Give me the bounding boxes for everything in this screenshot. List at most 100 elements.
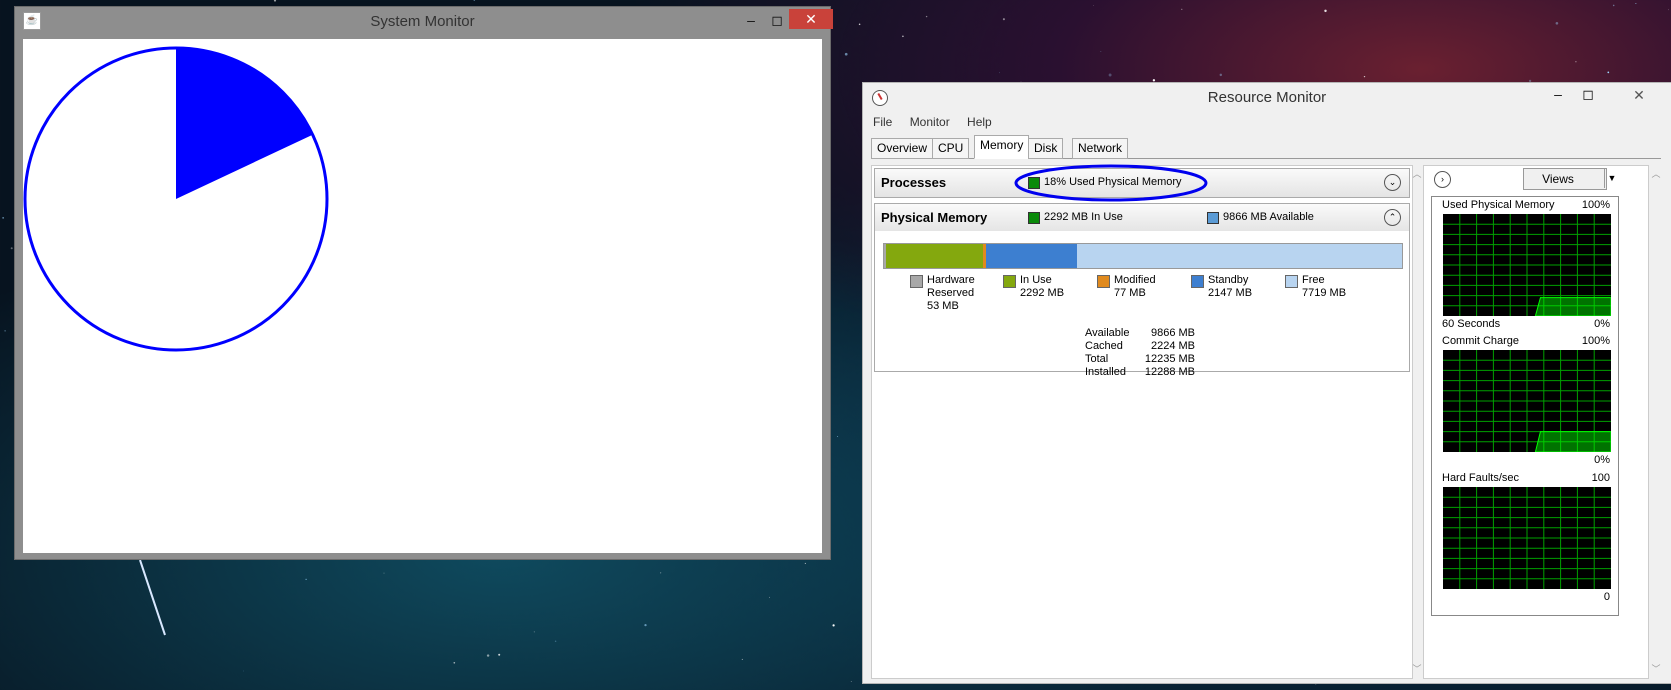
stat-value: 12235 MB (1144, 353, 1195, 365)
graph-max: 100 (1591, 472, 1610, 484)
tab-memory[interactable]: Memory (974, 135, 1030, 159)
system-monitor-title: System Monitor (370, 13, 475, 30)
tab-cpu[interactable]: CPU (932, 138, 970, 159)
star (486, 654, 490, 657)
system-monitor-window: ☕ System Monitor ‒ ◻ ✕ (14, 6, 833, 560)
processes-label: Processes (881, 175, 947, 190)
legend-line2: Reserved (927, 287, 975, 299)
graph-min: 0% (1594, 318, 1610, 330)
minimize-button[interactable]: ‒ (1545, 85, 1571, 103)
star (1002, 18, 1005, 21)
graph-title: Hard Faults/sec (1442, 472, 1520, 484)
star (1219, 73, 1223, 77)
physical-memory-section-header[interactable]: Physical Memory 2292 MB In Use 9866 MB A… (874, 203, 1410, 233)
legend-line2: 2147 MB (1208, 287, 1253, 299)
scroll-down-icon[interactable]: ﹀ (1410, 662, 1424, 675)
hard-faults-graph (1443, 487, 1611, 589)
stat-value: 12288 MB (1144, 366, 1195, 378)
processes-section-header[interactable]: Processes 18% Used Physical Memory ⌄ (874, 164, 1410, 202)
close-button[interactable]: ✕ (789, 9, 833, 29)
stat-value: 2224 MB (1150, 340, 1195, 352)
star (660, 572, 662, 574)
graph-plot (1443, 487, 1611, 589)
memory-usage-bar (883, 243, 1403, 269)
memory-stats: Available 9866 MB Cached 2224 MB Total 1223… (1085, 327, 1195, 379)
system-monitor-titlebar[interactable]: ☕ System Monitor ‒ ◻ ✕ (15, 7, 833, 37)
resource-monitor-titlebar[interactable]: Resource Monitor ‒ ◻ ✕ (863, 83, 1671, 113)
membar-segment (986, 244, 1077, 268)
close-button[interactable]: ✕ (1617, 85, 1661, 105)
star (305, 578, 307, 581)
star (832, 624, 835, 627)
star (1612, 4, 1615, 7)
physical-memory-label: Physical Memory (881, 210, 988, 225)
legend-line1: Standby (1208, 274, 1249, 286)
stat-label: Installed (1085, 366, 1126, 378)
graph-plot (1443, 350, 1612, 453)
star (768, 596, 770, 598)
expand-right-icon[interactable]: › (1434, 171, 1451, 188)
star (644, 623, 647, 627)
star (4, 330, 6, 332)
meteor-streak (139, 559, 166, 636)
maximize-button[interactable]: ◻ (764, 11, 790, 29)
minimize-button[interactable]: ‒ (738, 11, 764, 29)
menu-monitor[interactable]: Monitor (910, 115, 950, 129)
legend-line2: 7719 MB (1302, 287, 1347, 299)
graph-max: 100% (1581, 199, 1610, 211)
legend-swatch (1285, 275, 1298, 288)
legend-line1: Hardware (927, 274, 975, 286)
chevron-down-icon[interactable]: ⌄ (1384, 174, 1401, 191)
views-button[interactable]: Views (1523, 168, 1607, 190)
scroll-up-icon[interactable]: ︿ (1410, 167, 1424, 180)
tab-overview[interactable]: Overview (871, 138, 934, 159)
star (1575, 60, 1577, 63)
stat-label: Total (1085, 353, 1109, 365)
star (741, 658, 743, 660)
stat-label: Cached (1085, 340, 1123, 352)
menu-help[interactable]: Help (967, 115, 992, 129)
stat-row: Cached 2224 MB (1085, 340, 1195, 353)
scroll-down-icon[interactable]: ﹀ (1649, 662, 1663, 675)
tab-disk[interactable]: Disk (1028, 138, 1064, 159)
scroll-up-icon[interactable]: ︿ (1649, 167, 1663, 180)
legend-line3: 53 MB (927, 300, 959, 312)
star (383, 572, 385, 574)
tab-network[interactable]: Network (1072, 138, 1129, 159)
graphs-container: Used Physical Memory 100% 60 Seconds 0% … (1431, 196, 1619, 616)
star (1324, 9, 1327, 13)
views-dropdown-arrow-icon[interactable]: ▼ (1604, 168, 1619, 188)
legend-line2: 2292 MB (1020, 287, 1065, 299)
menu-file[interactable]: File (873, 115, 892, 129)
star (2, 217, 4, 219)
pie-used-slice (176, 48, 313, 199)
graph-plot (1443, 214, 1612, 317)
available-indicator-icon (1207, 212, 1219, 224)
star (1181, 8, 1183, 10)
resource-monitor-window: Resource Monitor ‒ ◻ ✕ File Monitor Help… (862, 82, 1671, 684)
star (243, 670, 244, 672)
graph-title: Used Physical Memory (1442, 199, 1555, 211)
star (902, 35, 904, 38)
right-pane-scrollbar[interactable]: ︿ ﹀ (1649, 167, 1663, 675)
star (1093, 4, 1094, 6)
star (1607, 71, 1610, 74)
available-summary: 9866 MB Available (1223, 211, 1314, 223)
memory-details-panel: Processes 18% Used Physical Memory ⌄ Phy… (871, 164, 1413, 679)
star (1100, 50, 1102, 52)
graphs-pane: › Views ▼ Used Physical Memory 100% 60 S… (1423, 165, 1649, 679)
system-monitor-canvas (23, 39, 822, 553)
menu-bar: File Monitor Help (873, 115, 1006, 133)
legend-swatch (1191, 275, 1204, 288)
star (858, 23, 861, 26)
star (804, 562, 806, 564)
stat-label: Available (1085, 327, 1130, 339)
star (273, 0, 277, 2)
chevron-up-icon[interactable]: ⌃ (1384, 209, 1401, 226)
left-pane-scrollbar[interactable]: ︿ ﹀ (1410, 167, 1424, 675)
graph-max: 100% (1581, 335, 1610, 347)
stat-value: 9866 MB (1150, 327, 1195, 339)
maximize-button[interactable]: ◻ (1575, 85, 1601, 103)
legend-line1: Free (1302, 274, 1325, 286)
views-label: Views (1542, 172, 1574, 186)
